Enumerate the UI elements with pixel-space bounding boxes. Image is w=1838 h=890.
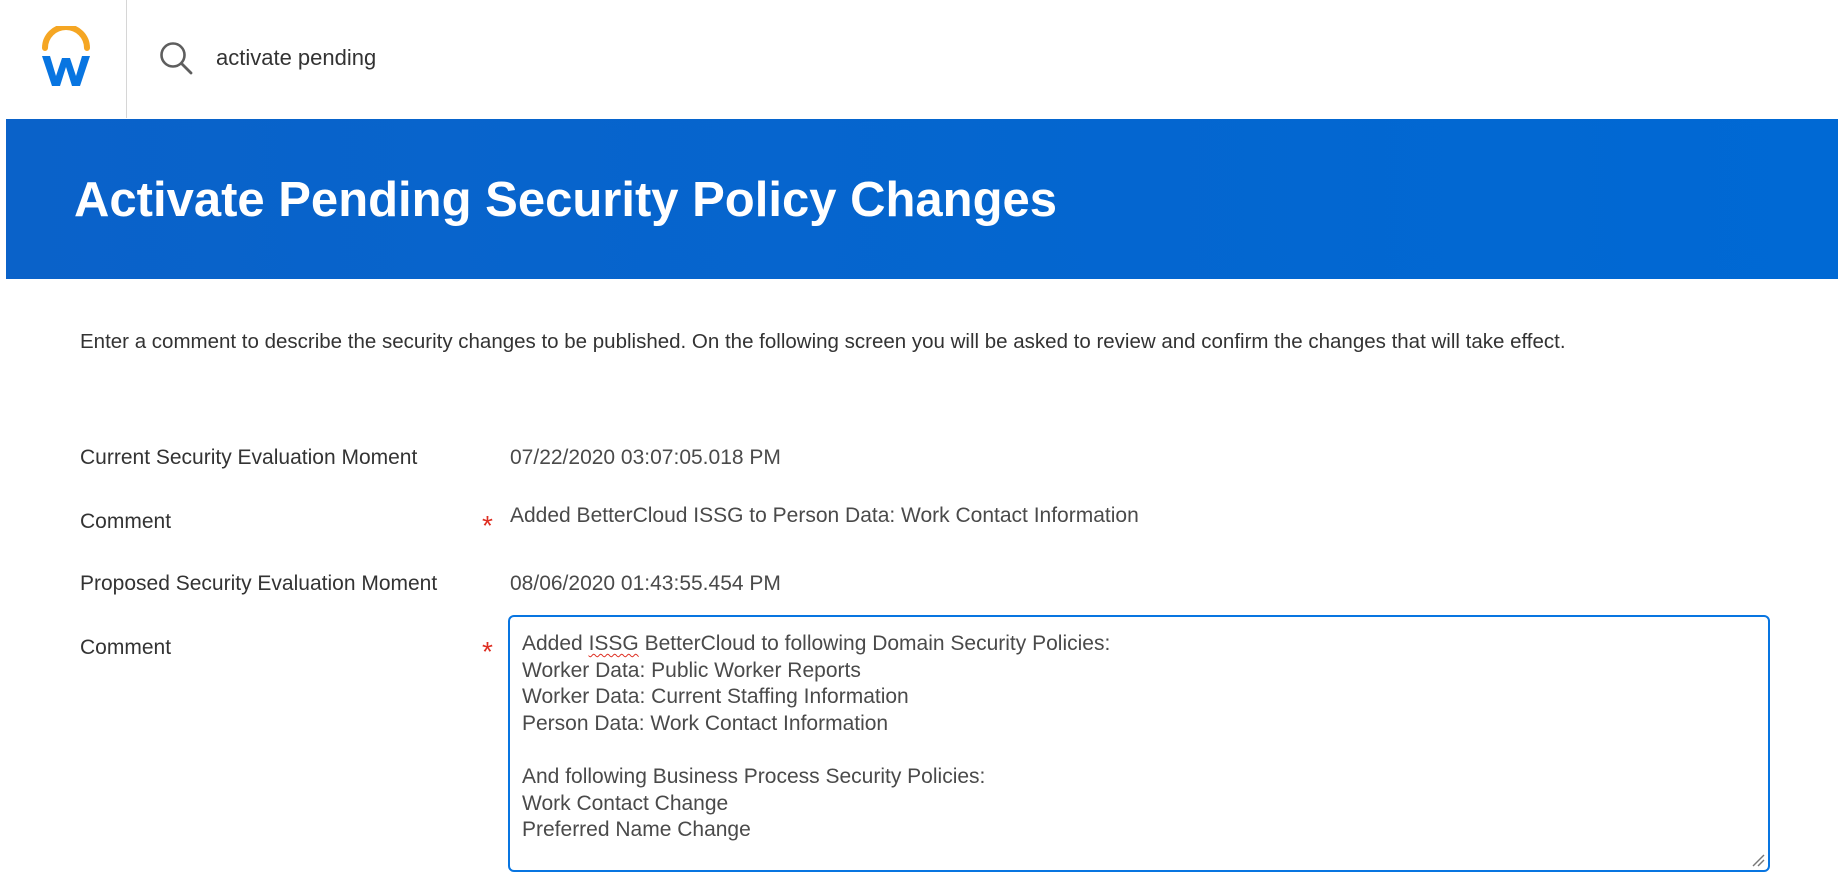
comment-text: BetterCloud to following Domain Security… (638, 632, 1111, 655)
logo-divider (126, 0, 127, 118)
required-marker: * (482, 510, 493, 541)
comment-line: And following Business Process Security … (522, 764, 986, 788)
comment-line: Worker Data: Current Staffing Informatio… (522, 685, 909, 709)
instructions-text: Enter a comment to describe the security… (80, 330, 1566, 353)
required-marker: * (482, 636, 493, 667)
comment-line: Person Data: Work Contact Information (522, 711, 889, 735)
comment-line: Preferred Name Change (522, 818, 751, 842)
search-icon[interactable] (158, 40, 194, 76)
proposed-comment-label: Comment (80, 636, 172, 659)
workday-logo-icon[interactable] (36, 24, 96, 90)
current-moment-label: Current Security Evaluation Moment (80, 446, 418, 469)
page-title: Activate Pending Security Policy Changes (74, 173, 1058, 227)
comment-line: Worker Data: Public Worker Reports (522, 658, 861, 682)
comment-text: Added (522, 632, 589, 655)
comment-line (522, 737, 1768, 764)
current-comment-value: Added BetterCloud ISSG to Person Data: W… (510, 504, 1139, 527)
comment-line: Added ISSG BetterCloud to following Doma… (522, 631, 1768, 658)
proposed-moment-label: Proposed Security Evaluation Moment (80, 572, 438, 595)
resize-handle-icon[interactable] (1749, 851, 1765, 867)
current-comment-label: Comment (80, 510, 172, 533)
comment-line: Work Contact Change (522, 791, 729, 815)
comment-textarea[interactable]: Added ISSG BetterCloud to following Doma… (508, 615, 1770, 872)
search-input[interactable] (216, 38, 736, 78)
spellcheck-word: ISSG (588, 632, 639, 655)
top-bar (0, 0, 1838, 118)
current-moment-value: 07/22/2020 03:07:05.018 PM (510, 446, 781, 469)
proposed-moment-value: 08/06/2020 01:43:55.454 PM (510, 572, 781, 595)
